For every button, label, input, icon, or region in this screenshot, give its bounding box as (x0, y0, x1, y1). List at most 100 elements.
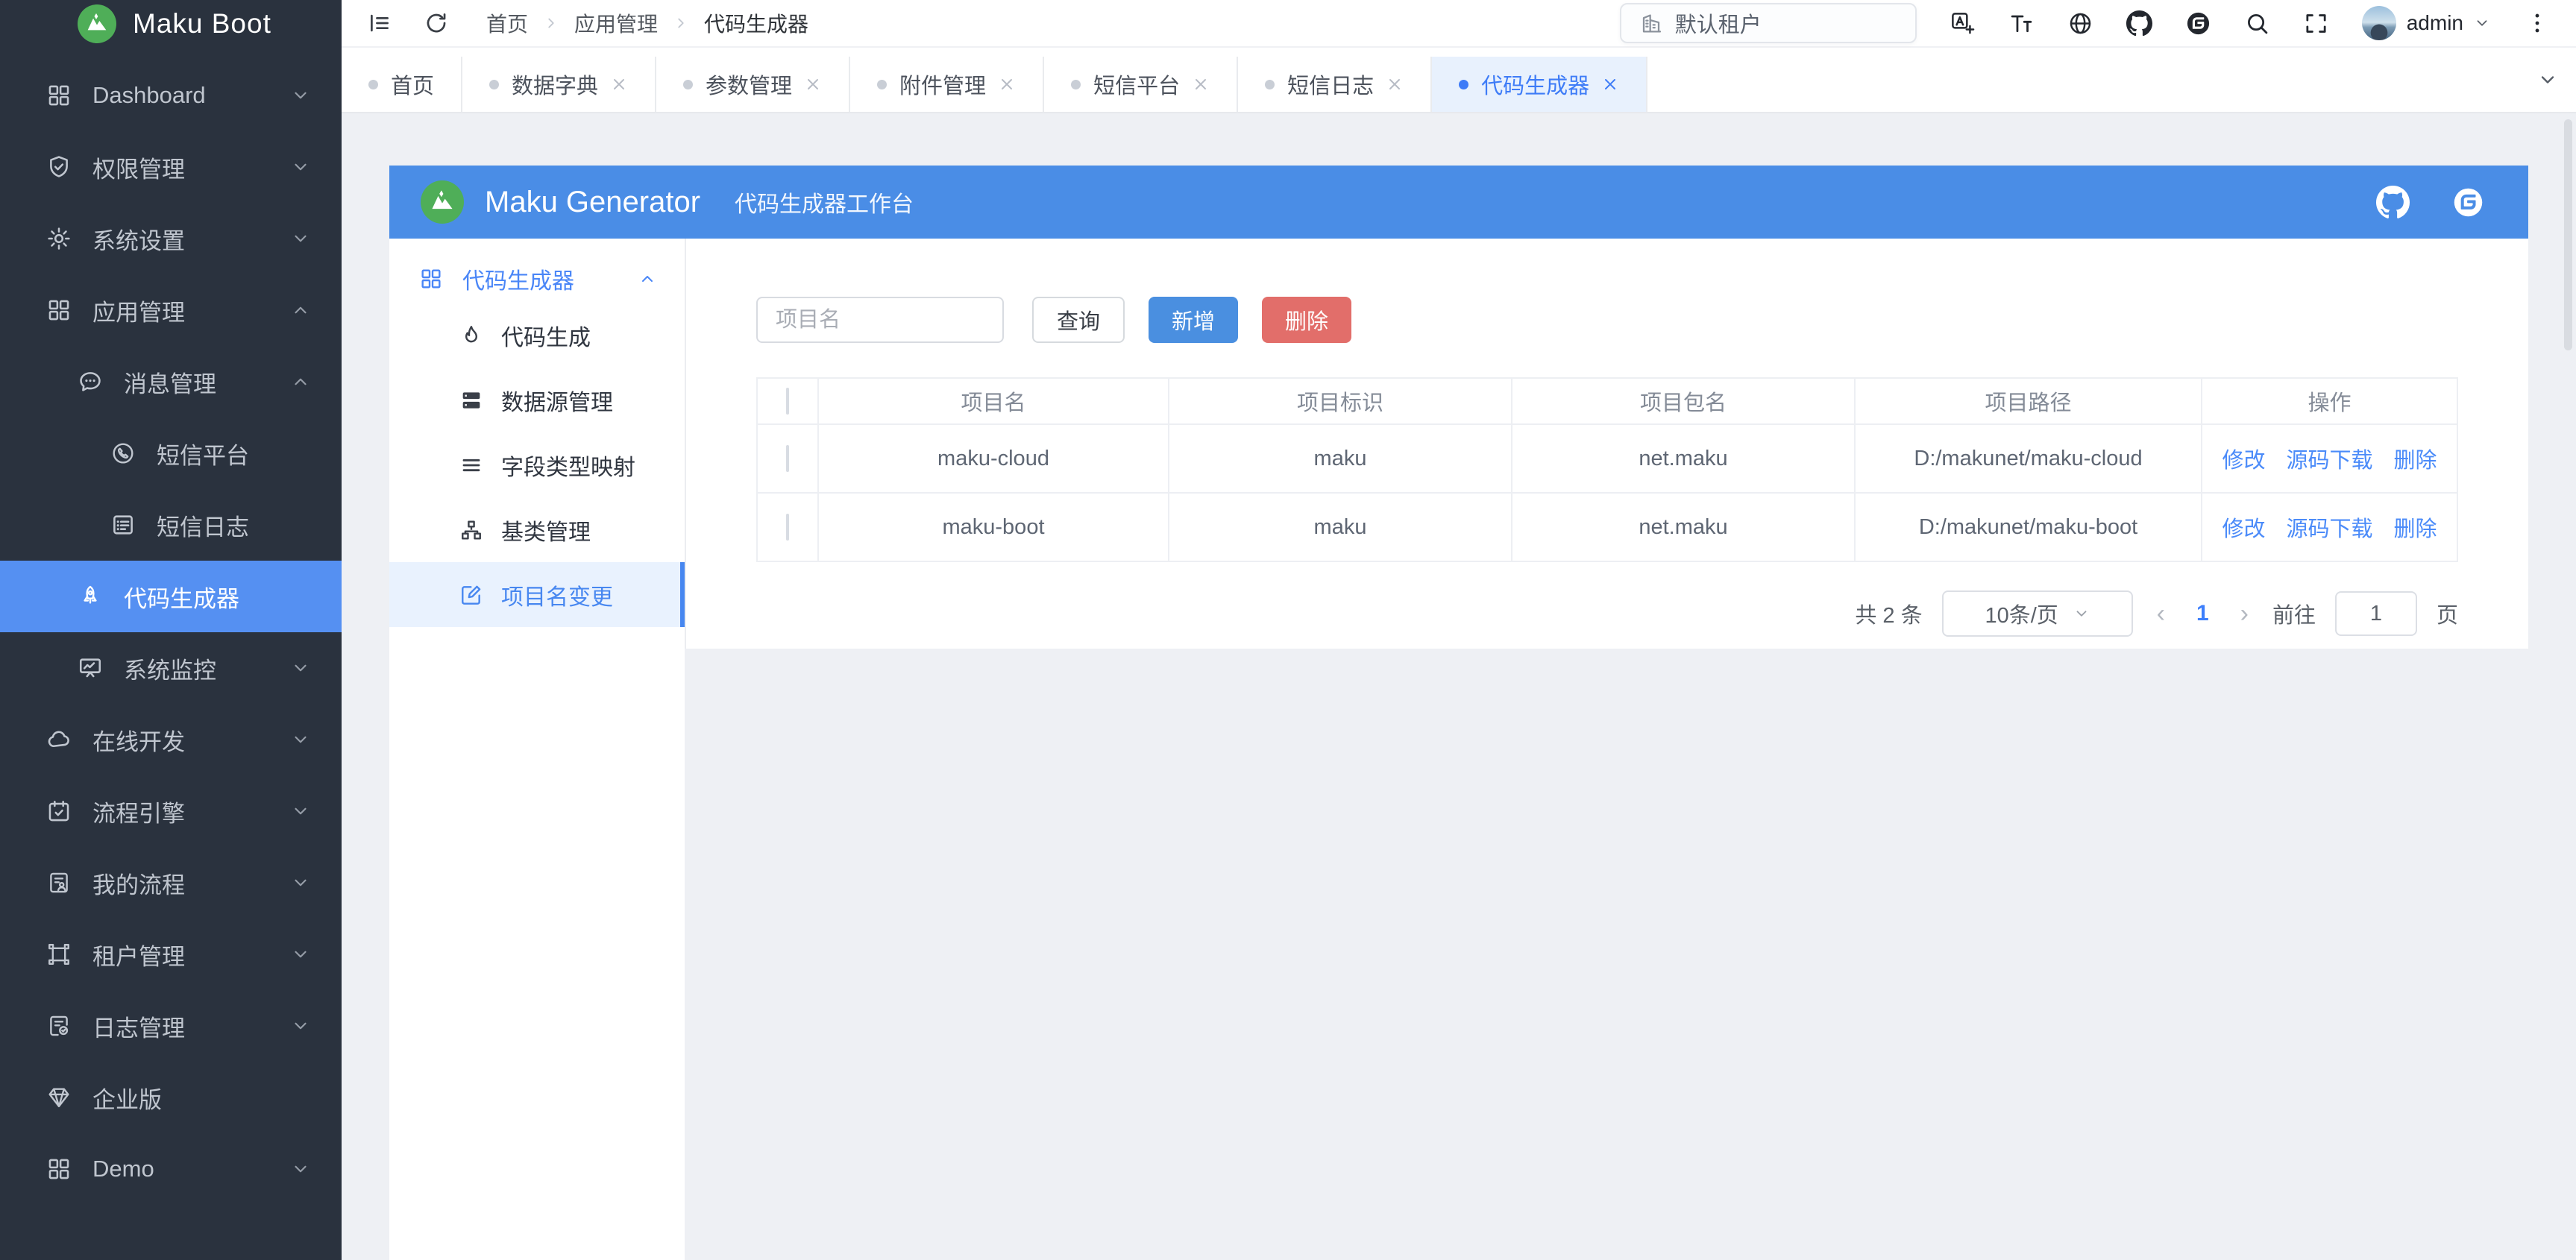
tab-data-dictionary[interactable]: 数据字典 (462, 57, 656, 112)
close-icon[interactable] (1192, 75, 1210, 93)
generator-title: Maku Generator (485, 186, 700, 219)
sidebar-item-my-workflow[interactable]: 我的流程 (0, 847, 342, 919)
tab-attachment-management[interactable]: 附件管理 (850, 57, 1044, 112)
chevron-down-icon (291, 730, 310, 749)
goto-page-input[interactable] (2335, 591, 2417, 636)
chevron-right-icon (543, 15, 559, 31)
menu-group-code-generator[interactable]: 代码生成器 (389, 255, 685, 303)
next-page-button[interactable]: › (2236, 599, 2253, 629)
tab-sms-platform[interactable]: 短信平台 (1044, 57, 1238, 112)
app-title: Maku Boot (133, 8, 271, 40)
page-size-value: 10条/页 (1985, 598, 2058, 629)
table-row: maku-cloud maku net.maku D:/makunet/maku… (757, 424, 2457, 493)
generator-subtitle: 代码生成器工作台 (735, 186, 914, 218)
page-size-select[interactable]: 10条/页 (1942, 590, 2133, 637)
close-icon[interactable] (998, 75, 1016, 93)
chevron-down-icon (2474, 15, 2490, 31)
cell-project-path: D:/makunet/maku-boot (1855, 493, 2202, 561)
sidebar-item-permissions[interactable]: 权限管理 (0, 131, 342, 203)
chevron-up-icon (291, 300, 310, 320)
search-icon[interactable] (2244, 10, 2270, 37)
fullscreen-icon[interactable] (2303, 10, 2329, 37)
query-button[interactable]: 查询 (1032, 297, 1125, 343)
github-icon[interactable] (2376, 186, 2410, 219)
shield-check-icon (46, 154, 72, 180)
main-sidebar: Maku Boot Dashboard 权限管理 系统设置 应用管理 消息管理 (0, 0, 342, 1260)
close-icon[interactable] (610, 75, 628, 93)
globe-icon[interactable] (2067, 10, 2093, 37)
font-size-icon[interactable] (2008, 10, 2035, 37)
sidebar-item-sms-platform[interactable]: 短信平台 (0, 418, 342, 489)
sidebar-item-workflow-engine[interactable]: 流程引擎 (0, 775, 342, 847)
download-source-link[interactable]: 源码下载 (2286, 511, 2372, 543)
translate-icon[interactable] (1950, 10, 1976, 37)
gitee-icon[interactable] (2451, 186, 2485, 219)
user-menu[interactable]: admin (2362, 6, 2490, 40)
prev-page-button[interactable]: ‹ (2152, 599, 2170, 629)
cell-project-name: maku-cloud (818, 424, 1169, 493)
chevron-down-icon (291, 1159, 310, 1179)
delete-button[interactable]: 删除 (1262, 297, 1351, 343)
tab-home[interactable]: 首页 (342, 57, 462, 112)
sidebar-item-system-settings[interactable]: 系统设置 (0, 203, 342, 274)
breadcrumb-section[interactable]: 应用管理 (574, 8, 658, 38)
banner-links (2376, 186, 2485, 219)
sidebar-item-online-dev[interactable]: 在线开发 (0, 704, 342, 775)
gitee-icon[interactable] (2185, 10, 2211, 37)
download-source-link[interactable]: 源码下载 (2286, 443, 2372, 474)
menu-item-field-type-mapping[interactable]: 字段类型映射 (389, 432, 685, 497)
add-button[interactable]: 新增 (1149, 297, 1238, 343)
sidebar-item-log-management[interactable]: 日志管理 (0, 990, 342, 1062)
close-icon[interactable] (804, 75, 822, 93)
document-check-icon (46, 1013, 72, 1039)
delete-link[interactable]: 删除 (2394, 443, 2437, 474)
menu-item-project-rename[interactable]: 项目名变更 (389, 562, 685, 627)
tab-sms-log[interactable]: 短信日志 (1238, 57, 1432, 112)
sidebar-item-system-monitor[interactable]: 系统监控 (0, 632, 342, 704)
sidebar-item-demo[interactable]: Demo (0, 1133, 342, 1205)
grid-icon (419, 267, 443, 291)
collapse-sidebar-icon[interactable] (367, 10, 392, 36)
row-checkbox[interactable] (786, 445, 789, 472)
sidebar-item-code-generator[interactable]: 代码生成器 (0, 561, 342, 632)
tab-dot-icon (368, 80, 378, 89)
sidebar-item-app-management[interactable]: 应用管理 (0, 274, 342, 346)
kebab-menu-icon[interactable] (2525, 10, 2551, 37)
project-name-input[interactable] (756, 297, 1004, 343)
tab-parameter-management[interactable]: 参数管理 (656, 57, 850, 112)
frame-corners-icon (46, 942, 72, 967)
sidebar-item-dashboard[interactable]: Dashboard (0, 60, 342, 131)
row-checkbox[interactable] (786, 514, 789, 541)
menu-item-base-class[interactable]: 基类管理 (389, 497, 685, 562)
page-number[interactable]: 1 (2189, 601, 2217, 626)
menu-item-datasource[interactable]: 数据源管理 (389, 368, 685, 432)
chevron-down-icon (2073, 605, 2090, 622)
tab-dot-icon (1459, 80, 1468, 89)
tab-code-generator[interactable]: 代码生成器 (1432, 57, 1647, 112)
close-icon[interactable] (1601, 75, 1619, 93)
sidebar-item-enterprise[interactable]: 企业版 (0, 1062, 342, 1133)
tab-bar: 首页 数据字典 参数管理 附件管理 短信平台 短信日志 (342, 48, 2576, 113)
grid-icon (46, 1156, 72, 1182)
delete-link[interactable]: 删除 (2394, 511, 2437, 543)
refresh-icon[interactable] (424, 10, 449, 36)
app-logo[interactable]: Maku Boot (0, 0, 342, 48)
tenant-select[interactable]: 默认租户 (1620, 3, 1917, 43)
sidebar-item-tenant-management[interactable]: 租户管理 (0, 919, 342, 990)
sidebar-item-message-management[interactable]: 消息管理 (0, 346, 342, 418)
close-icon[interactable] (1386, 75, 1404, 93)
github-icon[interactable] (2126, 10, 2152, 37)
edit-link[interactable]: 修改 (2222, 511, 2265, 543)
breadcrumb-home[interactable]: 首页 (486, 8, 528, 38)
menu-item-code-generate[interactable]: 代码生成 (389, 303, 685, 368)
vertical-scrollbar-thumb[interactable] (2564, 119, 2572, 350)
tab-list-chevron-icon[interactable] (2537, 48, 2558, 112)
edit-link[interactable]: 修改 (2222, 443, 2265, 474)
cell-project-code: maku (1169, 493, 1512, 561)
maku-logo-icon (78, 4, 116, 43)
chevron-down-icon (291, 658, 310, 678)
col-actions: 操作 (2202, 378, 2457, 424)
sidebar-item-sms-log[interactable]: 短信日志 (0, 489, 342, 561)
select-all-checkbox[interactable] (786, 388, 789, 415)
maku-generator-logo-icon (421, 180, 464, 224)
